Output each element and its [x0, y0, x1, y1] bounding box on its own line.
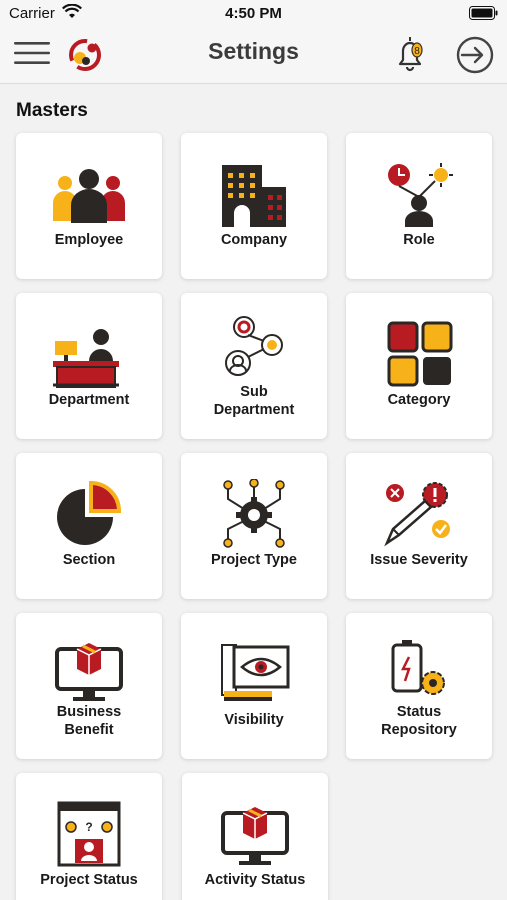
tile-department[interactable]: Department — [16, 293, 162, 439]
tile-label: Section — [62, 552, 116, 568]
tile-label: Status Repository — [381, 704, 457, 738]
tile-activity-status[interactable]: Activity Status — [182, 773, 328, 900]
svg-text:?: ? — [85, 820, 92, 834]
project-status-icon: ? — [57, 801, 121, 867]
category-icon — [387, 321, 453, 387]
issue-severity-icon — [384, 482, 450, 547]
business-benefit-icon — [55, 643, 123, 701]
tile-label: Issue Severity — [370, 552, 468, 568]
notification-bell-icon[interactable]: 8 — [390, 34, 430, 74]
tile-business-benefit[interactable]: Business Benefit — [16, 613, 162, 759]
status-repository-icon — [391, 640, 445, 695]
tile-project-type[interactable]: Project Type — [181, 453, 327, 599]
tile-status-repository[interactable]: Status Repository — [346, 613, 492, 759]
tile-issue-severity[interactable]: Issue Severity — [346, 453, 492, 599]
tile-label: Employee — [54, 232, 124, 248]
page-title: Settings — [208, 38, 299, 64]
logout-icon[interactable] — [454, 34, 496, 76]
department-icon — [53, 329, 119, 388]
tile-label: Activity Status — [204, 872, 306, 888]
battery-icon — [469, 6, 498, 20]
tile-label: Visibility — [224, 712, 284, 728]
tile-project-status[interactable]: ? Project Status — [16, 773, 162, 900]
tile-employee[interactable]: Employee — [16, 133, 162, 279]
tile-label: Category — [387, 392, 451, 408]
notification-count-badge: 8 — [414, 46, 420, 57]
status-bar: Carrier 4:50 PM — [0, 0, 507, 26]
tile-label: Project Status — [40, 872, 138, 888]
role-icon — [388, 163, 453, 227]
tile-visibility[interactable]: Visibility — [181, 613, 327, 759]
tile-role[interactable]: Role — [346, 133, 492, 279]
tile-label: Role — [403, 232, 435, 248]
section-icon — [57, 480, 122, 545]
status-time: 4:50 PM — [225, 5, 282, 22]
tile-label: Company — [220, 232, 288, 248]
employee-icon — [53, 169, 125, 223]
company-icon — [222, 165, 286, 227]
visibility-icon — [221, 644, 290, 701]
tile-section[interactable]: Section — [16, 453, 162, 599]
app-header: Settings 8 — [0, 26, 507, 84]
activity-status-icon — [221, 807, 289, 865]
project-type-icon — [223, 479, 285, 548]
sub-department-icon — [225, 316, 283, 376]
tile-label: Project Type — [211, 552, 297, 568]
tile-sub-department[interactable]: Sub Department — [181, 293, 327, 439]
tile-category[interactable]: Category — [346, 293, 492, 439]
tile-company[interactable]: Company — [181, 133, 327, 279]
tile-label: Department — [48, 392, 130, 408]
tile-label: Sub Department — [213, 384, 295, 418]
tile-label: Business Benefit — [56, 704, 122, 738]
masters-section-title: Masters — [16, 100, 88, 121]
